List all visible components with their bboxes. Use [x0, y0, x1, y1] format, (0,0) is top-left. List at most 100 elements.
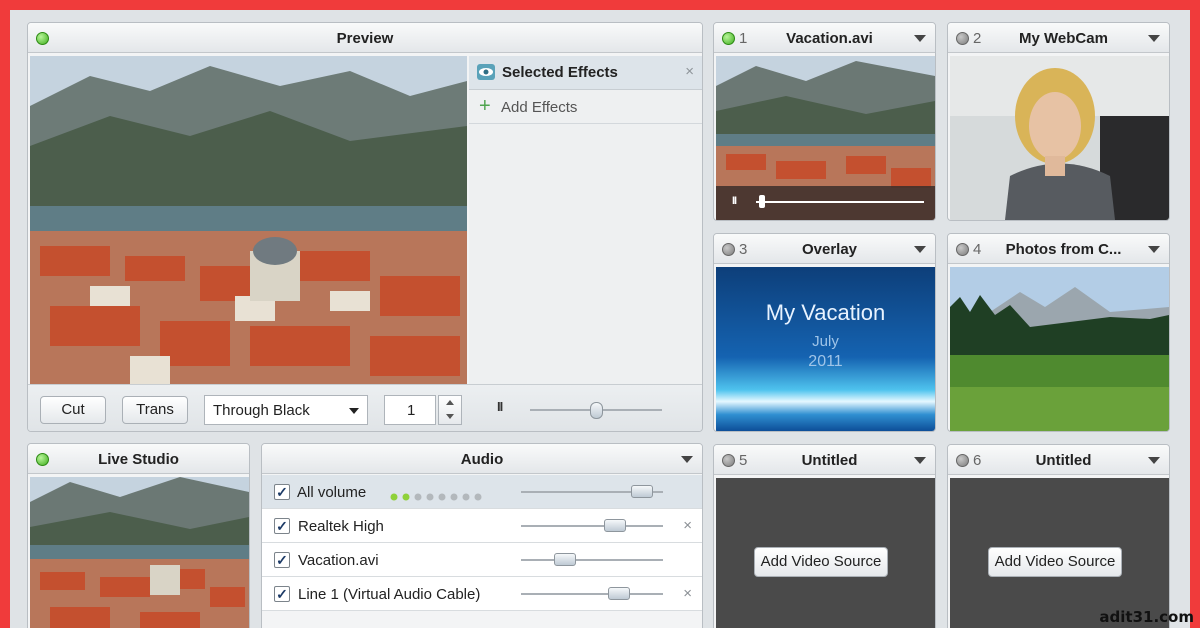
- overlay-title: My Vacation: [765, 300, 886, 325]
- source-empty-5: Add Video Source: [716, 478, 935, 628]
- playback-track[interactable]: [756, 201, 924, 203]
- duration-value: 1: [407, 402, 416, 419]
- audio-title: Audio: [460, 451, 504, 468]
- selected-effects-title: Selected Effects: [502, 64, 618, 81]
- checkbox[interactable]: ✓: [274, 552, 290, 568]
- preview-slider-thumb[interactable]: [590, 402, 603, 419]
- source-header-5: 5 Untitled: [714, 445, 935, 475]
- live-studio-header: Live Studio: [28, 444, 249, 474]
- volume-slider-track[interactable]: [521, 559, 663, 561]
- chevron-down-icon[interactable]: [914, 457, 926, 464]
- volume-slider-thumb[interactable]: [554, 553, 577, 566]
- source-number: 2: [973, 30, 982, 47]
- arrow-up-icon[interactable]: [446, 400, 454, 405]
- audio-header: Audio: [262, 444, 702, 474]
- source-empty-6: Add Video Source: [950, 478, 1169, 628]
- trans-button[interactable]: Trans: [122, 396, 188, 424]
- source-title: Vacation.avi: [786, 30, 873, 47]
- source-number: 1: [739, 30, 748, 47]
- transition-select[interactable]: Through Black: [204, 395, 368, 425]
- preview-controls: Cut Trans Through Black 1 II: [28, 384, 702, 431]
- preview-panel: Preview Selected Effects × + Add Effects…: [27, 22, 703, 432]
- source-number: 5: [739, 452, 748, 469]
- chevron-down-icon[interactable]: [681, 456, 693, 463]
- audio-panel: Audio ✓ All volume ✓ Realtek High × ✓ Va…: [261, 443, 703, 628]
- checkbox[interactable]: ✓: [274, 518, 290, 534]
- status-dot-icon: [722, 243, 735, 256]
- app-window: Preview Selected Effects × + Add Effects…: [10, 10, 1190, 628]
- source-title: Photos from C...: [1005, 241, 1122, 258]
- add-video-source-button[interactable]: Add Video Source: [988, 547, 1122, 577]
- checkbox[interactable]: ✓: [274, 586, 290, 602]
- arrow-down-icon[interactable]: [446, 414, 454, 419]
- chevron-down-icon[interactable]: [1148, 457, 1160, 464]
- preview-image: [30, 56, 467, 384]
- audio-row: ✓ Vacation.avi: [262, 543, 702, 577]
- source-video-2[interactable]: [950, 56, 1169, 220]
- source-panel-4: 4 Photos from C...: [947, 233, 1170, 432]
- source-header-4: 4 Photos from C...: [948, 234, 1169, 264]
- overlay-year: 2011: [808, 353, 843, 370]
- transition-value: Through Black: [213, 402, 310, 419]
- live-studio-image: [30, 477, 249, 628]
- chevron-down-icon[interactable]: [914, 246, 926, 253]
- effects-panel: Selected Effects × + Add Effects: [469, 56, 702, 384]
- source-header-1: 1 Vacation.avi: [714, 23, 935, 53]
- audio-row-label: Realtek High: [298, 518, 384, 535]
- preview-title: Preview: [336, 30, 394, 47]
- add-effects-row[interactable]: + Add Effects: [469, 92, 702, 124]
- live-studio-video[interactable]: [30, 477, 249, 628]
- preview-header: Preview: [28, 23, 702, 53]
- pause-icon[interactable]: II: [732, 195, 737, 207]
- source-header-2: 2 My WebCam: [948, 23, 1169, 53]
- volume-slider-thumb[interactable]: [603, 519, 626, 532]
- close-icon[interactable]: ×: [685, 63, 694, 80]
- chevron-down-icon[interactable]: [914, 35, 926, 42]
- eye-icon: [477, 64, 495, 80]
- status-dot-icon: [956, 32, 969, 45]
- source-number: 3: [739, 241, 748, 258]
- preview-video[interactable]: [30, 56, 467, 384]
- vacation-thumbnail: [716, 56, 935, 220]
- meadow-photo: [950, 267, 1169, 431]
- source-number: 6: [973, 452, 982, 469]
- volume-level-dots: [390, 488, 500, 501]
- status-dot-icon: [722, 454, 735, 467]
- overlay-month: July: [812, 333, 839, 350]
- cut-button[interactable]: Cut: [40, 396, 106, 424]
- webcam-image: [950, 56, 1169, 220]
- selected-effects-header: Selected Effects ×: [469, 56, 702, 90]
- audio-row: ✓ All volume: [262, 475, 702, 509]
- status-dot-icon: [722, 32, 735, 45]
- status-dot-icon: [956, 454, 969, 467]
- source-title: Overlay: [801, 241, 858, 258]
- plus-icon: +: [479, 95, 491, 117]
- audio-row-label: Vacation.avi: [298, 552, 379, 569]
- source-video-1[interactable]: II: [716, 56, 935, 220]
- audio-row: ✓ Line 1 (Virtual Audio Cable) ×: [262, 577, 702, 611]
- checkbox[interactable]: ✓: [274, 484, 290, 500]
- source-video-4[interactable]: [950, 267, 1169, 431]
- add-video-source-button[interactable]: Add Video Source: [754, 547, 888, 577]
- audio-row: ✓ Realtek High ×: [262, 509, 702, 543]
- chevron-down-icon[interactable]: [1148, 35, 1160, 42]
- source-title: Untitled: [1035, 452, 1092, 469]
- source-title: Untitled: [801, 452, 858, 469]
- playback-thumb[interactable]: [759, 195, 766, 208]
- source-panel-5: 5 Untitled Add Video Source: [713, 444, 936, 628]
- chevron-down-icon[interactable]: [1148, 246, 1160, 253]
- close-icon[interactable]: ×: [683, 585, 692, 602]
- add-effects-label: Add Effects: [501, 99, 578, 116]
- duration-field[interactable]: 1: [384, 395, 436, 425]
- volume-slider-track[interactable]: [521, 593, 663, 595]
- volume-slider-thumb[interactable]: [607, 587, 630, 600]
- volume-slider-thumb[interactable]: [630, 485, 653, 498]
- source-number: 4: [973, 241, 982, 258]
- duration-stepper[interactable]: [438, 395, 462, 425]
- source-panel-1: 1 Vacation.avi II: [713, 22, 936, 221]
- close-icon[interactable]: ×: [683, 517, 692, 534]
- volume-slider-track[interactable]: [521, 525, 663, 527]
- source-video-3[interactable]: My Vacation July 2011: [716, 267, 935, 431]
- source-panel-3: 3 Overlay My Vacation July 2011: [713, 233, 936, 432]
- pause-icon[interactable]: II: [497, 399, 503, 414]
